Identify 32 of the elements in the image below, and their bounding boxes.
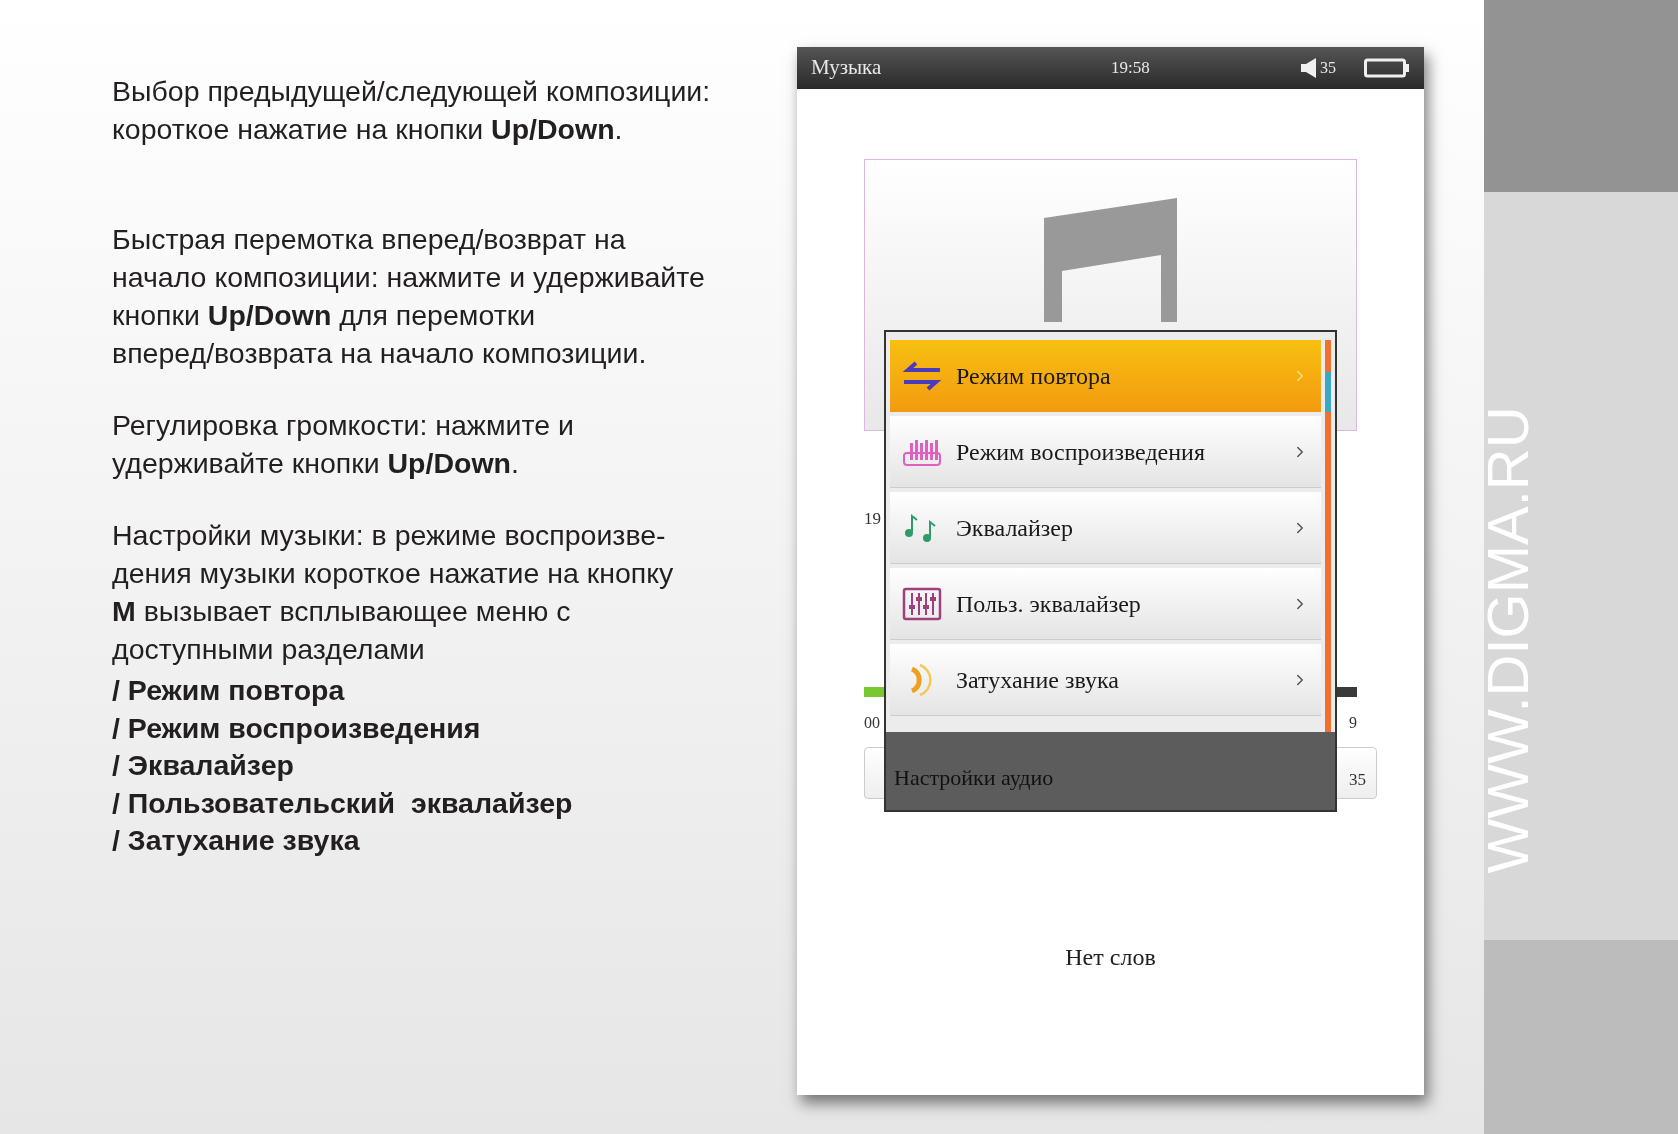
track-info: 19 bbox=[864, 508, 881, 530]
instruction-paragraph: Выбор предыдущей/следующей композиции: короткое нажатие на кнопки Up/Down. bbox=[112, 74, 712, 147]
menu-item[interactable]: Польз. эквалайзер bbox=[890, 568, 1321, 640]
elapsed-time: 00 bbox=[864, 712, 880, 733]
battery-icon bbox=[1364, 58, 1410, 78]
instruction-paragraph: Регулировка громкости: нажмите и удерживайте кнопки Up/Down. bbox=[112, 408, 575, 481]
volume-level: 35 bbox=[1320, 58, 1336, 78]
instruction-paragraph: Настройки музыки: в режиме воспроизве- дения музыки короткое нажатие на кнопку M вызывает всплывающее меню с доступными разделами bbox=[112, 518, 675, 667]
menu-item[interactable]: Режим повтора bbox=[890, 340, 1321, 412]
speaker-icon bbox=[1300, 57, 1318, 79]
menu-item[interactable]: Затухание звука bbox=[890, 644, 1321, 716]
screen-title: Музыка bbox=[811, 54, 883, 82]
menu-section-item: / Затухание звука bbox=[112, 823, 361, 858]
music-note-icon bbox=[1044, 198, 1177, 322]
swap-arrows-icon bbox=[902, 361, 942, 391]
menu-item[interactable]: Режим воспроизведения bbox=[890, 416, 1321, 488]
total-time: 9 bbox=[1349, 712, 1357, 733]
lyrics-text: Нет слов bbox=[1065, 942, 1156, 972]
menu-item-label: Затухание звука bbox=[956, 665, 1120, 695]
menu-item[interactable]: Эквалайзер bbox=[890, 492, 1321, 564]
menu-item-label: Эквалайзер bbox=[956, 513, 1074, 543]
menu-section-item: / Эквалайзер bbox=[112, 748, 295, 783]
menu-section-item: / Пользовательский эквалайзер bbox=[112, 785, 574, 821]
menu-item-label: Режим повтора bbox=[956, 362, 1112, 391]
instruction-paragraph: Быстрая перемотка вперед/возврат на начало композиции: нажмите и удерживайте кнопки Up/Down для перемотки вперед/возврата на начало композиции. bbox=[112, 222, 706, 371]
menu-section-item: / Режим повтора bbox=[112, 673, 346, 708]
menu-section-item: / Режим воспроизведения bbox=[112, 710, 482, 746]
sliders-icon bbox=[902, 586, 942, 621]
clock-time: 19:58 bbox=[1111, 57, 1150, 80]
menu-item-label: Режим воспроизведения bbox=[956, 437, 1206, 467]
menu-item-label: Польз. эквалайзер bbox=[956, 589, 1142, 619]
menu-footer-title: Настройки аудио bbox=[894, 763, 1054, 792]
